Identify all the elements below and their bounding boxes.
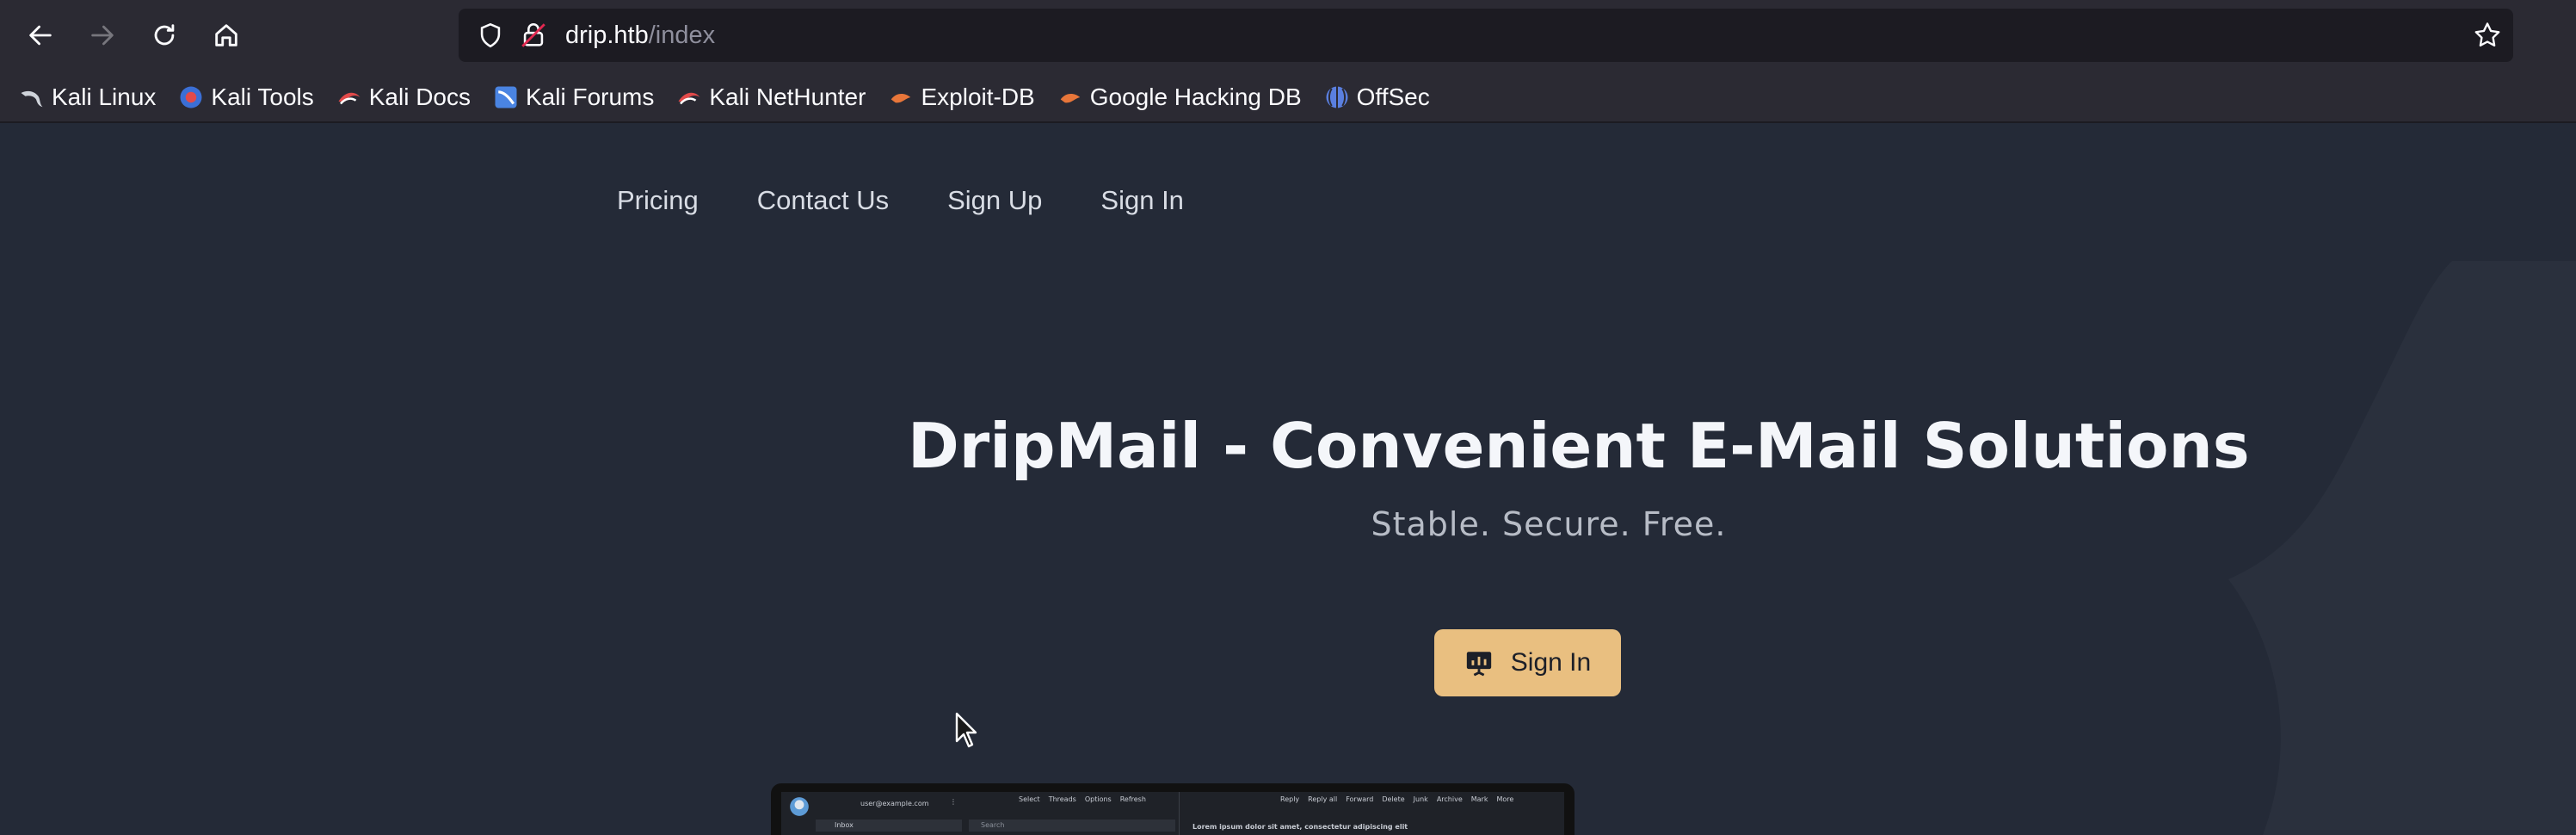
preview-action-item: More <box>1496 795 1514 803</box>
preview-toolbar-item: Threads <box>1048 795 1076 803</box>
reload-icon <box>154 24 175 46</box>
webmail-logo-icon <box>790 797 809 816</box>
hero-sign-in-label: Sign In <box>1510 648 1592 677</box>
bookmark-star-icon[interactable] <box>2472 20 2503 51</box>
insecure-lock-icon[interactable] <box>519 21 548 50</box>
web-page: Pricing Contact Us Sign Up Sign In DripM… <box>0 123 2576 835</box>
bookmarks-toolbar: Kali Linux Kali Tools Kali Docs Kali For… <box>0 76 1430 119</box>
exploit-db-icon <box>891 93 911 103</box>
kali-dragon-icon <box>21 90 43 108</box>
preview-toolbar-item: Refresh <box>1119 795 1146 803</box>
kali-docs-icon <box>338 92 361 105</box>
shield-icon[interactable] <box>476 21 505 50</box>
preview-action-item: Reply <box>1280 795 1300 803</box>
mouse-cursor-icon <box>955 712 977 748</box>
bookmark-kali-forums[interactable]: Kali Forums <box>493 84 654 111</box>
offsec-icon <box>1326 86 1348 108</box>
url-host: drip.htb <box>565 22 649 49</box>
preview-action-item: Mark <box>1470 795 1488 803</box>
preview-toolbar: Select Threads Options Refresh <box>1019 795 1146 803</box>
background-decoration <box>2228 261 2576 835</box>
bookmark-label: Kali NetHunter <box>709 84 866 110</box>
preview-action-item: Junk <box>1413 795 1428 803</box>
top-navigation: Pricing Contact Us Sign Up Sign In <box>617 185 1184 216</box>
preview-action-item: Archive <box>1436 795 1463 803</box>
presentation-chart-icon <box>1466 652 1491 677</box>
nav-sign-in[interactable]: Sign In <box>1100 185 1184 216</box>
preview-search-placeholder: Search <box>981 821 1005 829</box>
nav-contact-us[interactable]: Contact Us <box>757 185 889 216</box>
reload-button[interactable] <box>139 10 189 60</box>
address-bar[interactable]: drip.htb/index <box>459 9 2513 62</box>
hero-sign-in-button[interactable]: Sign In <box>1434 629 1621 696</box>
kali-nethunter-icon <box>678 92 700 105</box>
bookmark-kali-tools[interactable]: Kali Tools <box>178 84 314 111</box>
hero-title: DripMail - Convenient E-Mail Solutions <box>908 410 2250 482</box>
preview-toolbar-item: Select <box>1019 795 1040 803</box>
arrow-left-icon <box>29 25 52 46</box>
preview-action-item: Delete <box>1382 795 1405 803</box>
preview-toolbar-item: Options <box>1084 795 1112 803</box>
bookmark-label: Kali Docs <box>368 84 471 110</box>
home-button[interactable] <box>201 10 251 60</box>
bookmark-label: Kali Linux <box>52 84 157 110</box>
arrow-right-icon <box>91 25 114 46</box>
browser-chrome: drip.htb/index Kali Linux Kali Tools Kal… <box>0 0 2576 123</box>
bookmark-google-hacking-db[interactable]: Google Hacking DB <box>1057 84 1302 111</box>
webmail-preview-screen: user@example.com ⋮ Select Threads Option… <box>781 792 1564 835</box>
preview-action-item: Forward <box>1346 795 1374 803</box>
preview-divider <box>1179 792 1180 835</box>
preview-snippet: Lorem ipsum dolor sit amet, consectetur … <box>1192 823 1408 831</box>
bookmark-exploit-db[interactable]: Exploit-DB <box>888 84 1035 111</box>
bookmark-label: Google Hacking DB <box>1089 84 1302 110</box>
hero: DripMail - Convenient E-Mail Solutions S… <box>908 407 2250 543</box>
bookmark-label: OffSec <box>1356 84 1430 110</box>
bookmark-label: Exploit-DB <box>921 84 1035 110</box>
home-icon <box>215 24 237 46</box>
bookmark-label: Kali Tools <box>211 84 314 110</box>
url-text[interactable]: drip.htb/index <box>565 21 715 50</box>
preview-action-item: Reply all <box>1308 795 1338 803</box>
preview-menu-dots-icon: ⋮ <box>950 798 957 806</box>
webmail-preview-image: user@example.com ⋮ Select Threads Option… <box>771 783 1575 835</box>
bookmark-offsec[interactable]: OffSec <box>1324 84 1430 111</box>
preview-actions: Reply Reply all Forward Delete Junk Arch… <box>1280 795 1513 803</box>
ghdb-icon <box>1060 93 1080 103</box>
back-button[interactable] <box>15 10 65 60</box>
kali-tools-icon <box>180 86 202 108</box>
url-path: /index <box>648 22 716 49</box>
forward-button[interactable] <box>77 10 127 60</box>
kali-forums-icon <box>495 86 517 108</box>
bookmark-kali-docs[interactable]: Kali Docs <box>336 84 471 111</box>
hero-subtitle: Stable. Secure. Free. <box>1371 505 1727 543</box>
bookmark-kali-nethunter[interactable]: Kali NetHunter <box>676 84 866 111</box>
nav-pricing[interactable]: Pricing <box>617 185 699 216</box>
bookmark-kali-linux[interactable]: Kali Linux <box>19 84 156 111</box>
preview-account: user@example.com <box>860 800 929 807</box>
nav-sign-up[interactable]: Sign Up <box>947 185 1042 216</box>
bookmark-label: Kali Forums <box>526 84 655 110</box>
preview-folder: Inbox <box>835 821 854 829</box>
